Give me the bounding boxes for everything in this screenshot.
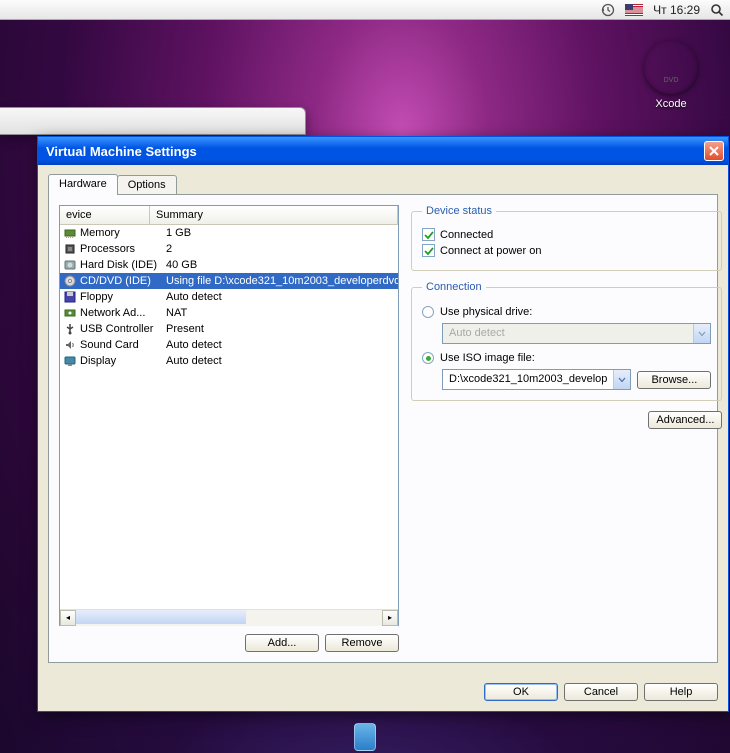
ok-button[interactable]: OK — [484, 683, 558, 701]
device-name: Sound Card — [80, 339, 166, 351]
background-window — [0, 107, 306, 135]
desktop-icon-label: Xcode — [636, 98, 706, 110]
tab-hardware[interactable]: Hardware — [48, 174, 118, 195]
cancel-button[interactable]: Cancel — [564, 683, 638, 701]
flag-icon[interactable] — [625, 4, 643, 16]
iso-radio[interactable]: Use ISO image file: — [422, 352, 711, 364]
scroll-right-button[interactable]: ▸ — [382, 610, 398, 626]
hdd-icon — [62, 258, 78, 272]
device-status-legend: Device status — [422, 205, 496, 217]
chevron-down-icon[interactable] — [613, 370, 630, 389]
device-name: Hard Disk (IDE) — [80, 259, 166, 271]
col-header-summary[interactable]: Summary — [150, 206, 398, 224]
cd-icon — [62, 274, 78, 288]
add-button[interactable]: Add... — [245, 634, 319, 652]
titlebar[interactable]: Virtual Machine Settings — [38, 137, 728, 165]
device-summary: Auto detect — [166, 339, 398, 351]
checkbox-icon — [422, 228, 435, 241]
horizontal-scrollbar[interactable]: ◂ ▸ — [60, 609, 398, 625]
device-name: Network Ad... — [80, 307, 166, 319]
physical-drive-radio[interactable]: Use physical drive: — [422, 306, 711, 318]
device-summary: 2 — [166, 243, 398, 255]
device-summary: NAT — [166, 307, 398, 319]
tab-options[interactable]: Options — [117, 175, 177, 194]
dialog-title: Virtual Machine Settings — [46, 144, 704, 159]
spotlight-icon[interactable] — [710, 3, 724, 17]
advanced-button[interactable]: Advanced... — [648, 411, 722, 429]
iso-path-combo[interactable]: D:\xcode321_10m2003_develop — [442, 369, 631, 390]
dock[interactable] — [354, 723, 376, 751]
radio-icon — [422, 306, 434, 318]
physical-drive-combo: Auto detect — [442, 323, 711, 344]
snd-icon — [62, 338, 78, 352]
connect-poweron-checkbox[interactable]: Connect at power on — [422, 244, 711, 257]
device-summary: 1 GB — [166, 227, 398, 239]
help-button[interactable]: Help — [644, 683, 718, 701]
col-header-device[interactable]: evice — [60, 206, 150, 224]
chevron-down-icon — [693, 324, 710, 343]
tab-bar: Hardware Options — [48, 173, 718, 194]
device-summary: Using file D:\xcode321_10m2003_developer… — [166, 275, 398, 287]
connection-group: Connection Use physical drive: Auto dete… — [411, 281, 722, 401]
device-name: CD/DVD (IDE) — [80, 275, 166, 287]
remove-button[interactable]: Remove — [325, 634, 399, 652]
device-name: Floppy — [80, 291, 166, 303]
dsp-icon — [62, 354, 78, 368]
device-name: Display — [80, 355, 166, 367]
dialog-button-row: OK Cancel Help — [38, 673, 728, 711]
mem-icon — [62, 226, 78, 240]
device-row[interactable]: CD/DVD (IDE)Using file D:\xcode321_10m20… — [60, 273, 398, 289]
device-row[interactable]: USB ControllerPresent — [60, 321, 398, 337]
time-machine-icon[interactable] — [601, 3, 615, 17]
device-name: Memory — [80, 227, 166, 239]
device-row[interactable]: FloppyAuto detect — [60, 289, 398, 305]
flp-icon — [62, 290, 78, 304]
checkbox-icon — [422, 244, 435, 257]
vm-settings-dialog: Virtual Machine Settings Hardware Option… — [37, 136, 729, 712]
connection-legend: Connection — [422, 281, 486, 293]
device-summary: Auto detect — [166, 355, 398, 367]
device-row[interactable]: Sound CardAuto detect — [60, 337, 398, 353]
menubar-clock[interactable]: Чт 16:29 — [653, 3, 700, 17]
connected-checkbox[interactable]: Connected — [422, 228, 711, 241]
device-summary: 40 GB — [166, 259, 398, 271]
tab-content: evice Summary Memory1 GBProcessors2Hard … — [48, 194, 718, 663]
menubar: Чт 16:29 — [0, 0, 730, 20]
device-row[interactable]: Network Ad...NAT — [60, 305, 398, 321]
device-name: Processors — [80, 243, 166, 255]
usb-icon — [62, 322, 78, 336]
dvd-icon — [644, 40, 698, 94]
device-list: evice Summary Memory1 GBProcessors2Hard … — [59, 205, 399, 626]
list-header: evice Summary — [60, 206, 398, 225]
scroll-thumb[interactable] — [76, 610, 246, 624]
device-status-group: Device status Connected Connect at power… — [411, 205, 722, 271]
desktop-icon-xcode[interactable]: Xcode — [636, 40, 706, 110]
browse-button[interactable]: Browse... — [637, 371, 711, 389]
dock-item[interactable] — [354, 723, 376, 751]
close-button[interactable] — [704, 141, 724, 161]
net-icon — [62, 306, 78, 320]
device-name: USB Controller — [80, 323, 166, 335]
device-row[interactable]: DisplayAuto detect — [60, 353, 398, 369]
device-row[interactable]: Memory1 GB — [60, 225, 398, 241]
device-summary: Auto detect — [166, 291, 398, 303]
device-row[interactable]: Hard Disk (IDE)40 GB — [60, 257, 398, 273]
device-summary: Present — [166, 323, 398, 335]
scroll-left-button[interactable]: ◂ — [60, 610, 76, 626]
device-row[interactable]: Processors2 — [60, 241, 398, 257]
cpu-icon — [62, 242, 78, 256]
radio-icon — [422, 352, 434, 364]
